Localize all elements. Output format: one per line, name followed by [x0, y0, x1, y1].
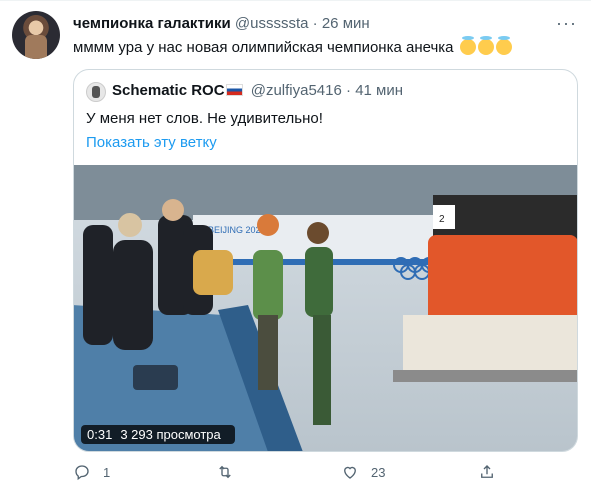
svg-text:BEIJING 2022: BEIJING 2022	[208, 225, 266, 235]
quoted-handle: @zulfiya5416	[250, 82, 342, 99]
reply-button[interactable]: 1	[73, 463, 110, 481]
video-player[interactable]: BEIJING 2022 2 0:31 3 293 просмотра	[74, 165, 577, 451]
tweet-text: мммм ура у нас новая олимпийская чемпион…	[73, 36, 512, 56]
retweet-icon	[219, 465, 231, 479]
quoted-avatar[interactable]	[86, 82, 106, 102]
separator: ·	[312, 15, 318, 32]
svg-text:2: 2	[439, 214, 445, 225]
display-name[interactable]: чемпионка галактики	[73, 15, 231, 32]
quoted-tweet[interactable]: Schematic ROC @zulfiya5416 · 41 мин У ме…	[73, 69, 578, 452]
quoted-header: Schematic ROC @zulfiya5416 · 41 мин	[112, 82, 403, 99]
quoted-display-name: Schematic ROC	[112, 82, 225, 99]
video-views: 3 293 просмотра	[120, 427, 221, 442]
tweet-header: чемпионка галактики @usssssta · 26 мин	[73, 15, 370, 32]
halo-smile-emoji-icon	[459, 36, 476, 55]
handle[interactable]: @usssssta	[235, 15, 309, 32]
tweet-text-content: мммм ура у нас новая олимпийская чемпион…	[73, 39, 454, 56]
halo-smile-emoji-icon	[495, 36, 512, 55]
like-button[interactable]: 23	[341, 463, 385, 481]
quoted-timestamp: 41 мин	[355, 82, 404, 99]
timestamp[interactable]: 26 мин	[322, 15, 370, 32]
share-button[interactable]	[478, 463, 496, 481]
avatar[interactable]	[12, 11, 60, 59]
like-icon	[344, 466, 356, 479]
reply-icon	[75, 465, 89, 481]
quoted-text: У меня нет слов. Не удивительно!	[86, 110, 323, 127]
video-frame: BEIJING 2022 2	[74, 165, 577, 451]
reply-count: 1	[103, 464, 111, 480]
show-thread-link[interactable]: Показать эту ветку	[86, 134, 217, 151]
more-options-icon[interactable]: ···	[556, 13, 577, 34]
video-duration-badge: 0:31 3 293 просмотра	[81, 425, 235, 444]
halo-smile-emoji-icon	[477, 36, 494, 55]
tweet-actions: 1 23	[73, 463, 578, 483]
russia-flag-icon	[225, 84, 243, 96]
retweet-button[interactable]	[216, 463, 246, 481]
share-icon	[481, 465, 493, 478]
video-duration: 0:31	[87, 427, 113, 442]
like-count: 23	[371, 464, 386, 480]
tweet[interactable]: чемпионка галактики @usssssta · 26 мин ·…	[0, 0, 591, 492]
separator: ·	[346, 82, 352, 99]
